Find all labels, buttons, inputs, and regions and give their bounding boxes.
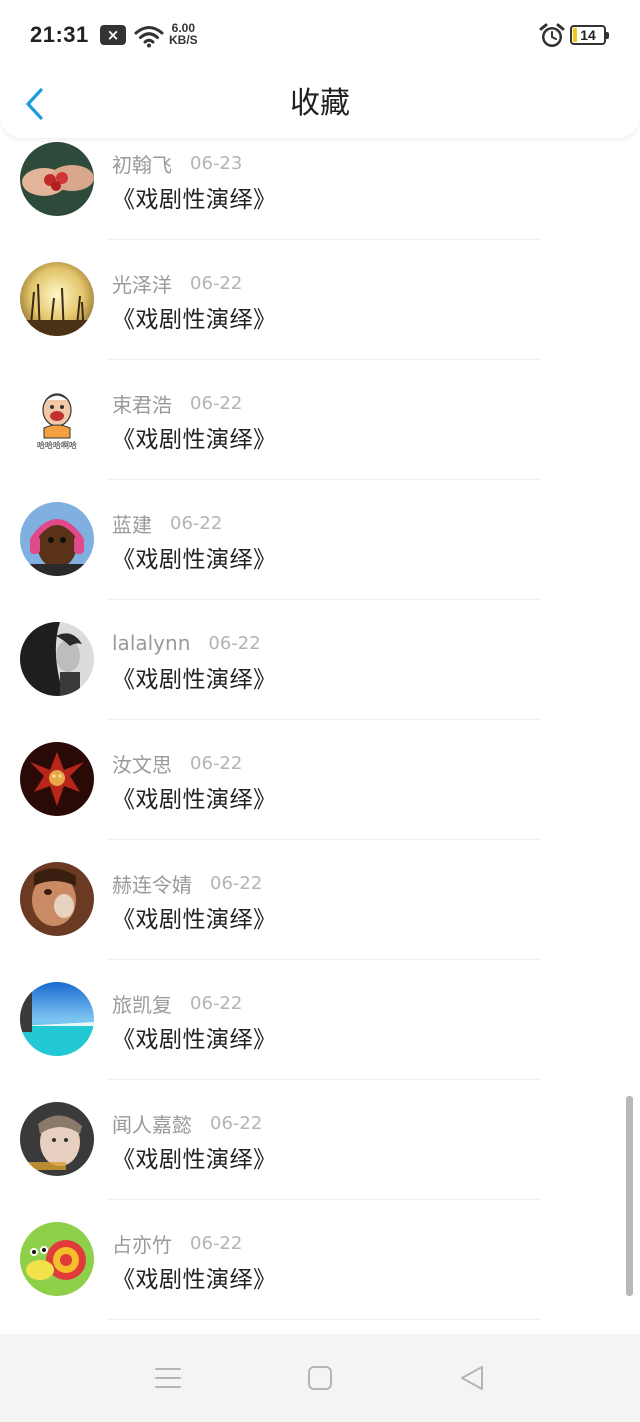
work-title[interactable]: 《戏剧性演绎》 xyxy=(112,900,277,934)
author-name: 蓝建 xyxy=(112,512,152,537)
favorite-item[interactable]: 蓝建 06-22 《戏剧性演绎》 xyxy=(0,480,640,600)
status-bar: 21:31 × 6.00 KB/S 14 xyxy=(0,0,640,70)
close-notification-icon: × xyxy=(100,25,126,45)
author-name: lalalynn xyxy=(112,631,191,655)
favorites-list[interactable]: 初翰飞 06-23 《戏剧性演绎》 光泽洋 06-22 《戏剧性演绎》 哈哈哈啊… xyxy=(0,120,640,1332)
system-nav-bar xyxy=(0,1334,640,1422)
nav-bar: 收藏 xyxy=(0,70,640,138)
avatar[interactable] xyxy=(20,982,94,1056)
divider xyxy=(108,1319,540,1320)
favorite-date: 06-22 xyxy=(190,752,243,774)
author-name: 初翰飞 xyxy=(112,152,172,177)
item-meta: lalalynn 06-22 xyxy=(112,628,261,658)
favorite-date: 06-22 xyxy=(210,1112,263,1134)
favorite-item[interactable]: 旅凯复 06-22 《戏剧性演绎》 xyxy=(0,960,640,1080)
back-triangle-icon xyxy=(461,1366,483,1390)
avatar-laughing-meme-image: 哈哈哈啊哈 xyxy=(20,382,94,456)
favorite-item[interactable]: 赫连令婧 06-22 《戏剧性演绎》 xyxy=(0,840,640,960)
battery-level: 14 xyxy=(580,27,596,43)
system-back-button[interactable] xyxy=(454,1362,490,1394)
item-meta: 旅凯复 06-22 xyxy=(112,988,242,1018)
favorite-item[interactable]: 初翰飞 06-23 《戏剧性演绎》 xyxy=(0,120,640,240)
status-time: 21:31 xyxy=(30,22,89,47)
favorite-item[interactable]: lalalynn 06-22 《戏剧性演绎》 xyxy=(0,600,640,720)
favorite-date: 06-22 xyxy=(190,992,243,1014)
scrollbar[interactable] xyxy=(626,1096,633,1296)
item-meta: 光泽洋 06-22 xyxy=(112,268,242,298)
avatar[interactable] xyxy=(20,1102,94,1176)
avatar[interactable] xyxy=(20,742,94,816)
favorite-item[interactable]: 光泽洋 06-22 《戏剧性演绎》 xyxy=(0,240,640,360)
menu-lines-icon xyxy=(155,1368,181,1388)
author-name: 束君浩 xyxy=(112,392,172,417)
work-title[interactable]: 《戏剧性演绎》 xyxy=(112,540,277,574)
avatar-headphones-character-image xyxy=(20,502,94,576)
avatar-snail-cartoon-image xyxy=(20,1222,94,1296)
avatar-sunset-grass-image xyxy=(20,262,94,336)
favorite-date: 06-22 xyxy=(210,872,263,894)
battery-icon: 14 xyxy=(570,25,609,45)
work-title[interactable]: 《戏剧性演绎》 xyxy=(112,180,277,214)
avatar[interactable] xyxy=(20,1222,94,1296)
favorites-screen: 初翰飞 06-23 《戏剧性演绎》 光泽洋 06-22 《戏剧性演绎》 哈哈哈啊… xyxy=(0,0,640,1422)
author-name: 光泽洋 xyxy=(112,272,172,297)
avatar[interactable] xyxy=(20,262,94,336)
avatar-face-closeup-image xyxy=(20,862,94,936)
work-title[interactable]: 《戏剧性演绎》 xyxy=(112,300,277,334)
item-meta: 汝文思 06-22 xyxy=(112,748,242,778)
favorite-date: 06-22 xyxy=(170,512,223,534)
item-meta: 占亦竹 06-22 xyxy=(112,1228,242,1258)
favorite-date: 06-22 xyxy=(208,632,261,654)
speed-unit: KB/S xyxy=(169,33,198,47)
item-meta: 蓝建 06-22 xyxy=(112,508,222,538)
network-speed: 6.00 KB/S xyxy=(169,22,198,46)
favorite-date: 06-23 xyxy=(190,152,243,174)
wifi-icon xyxy=(134,26,164,48)
work-title[interactable]: 《戏剧性演绎》 xyxy=(112,780,277,814)
avatar-red-warrior-image xyxy=(20,742,94,816)
menu-button[interactable] xyxy=(150,1362,186,1394)
author-name: 赫连令婧 xyxy=(112,872,192,897)
avatar[interactable] xyxy=(20,502,94,576)
header: 21:31 × 6.00 KB/S 14 收藏 xyxy=(0,0,640,138)
favorite-item[interactable]: 汝文思 06-22 《戏剧性演绎》 xyxy=(0,720,640,840)
avatar-boy-portrait-image xyxy=(20,1102,94,1176)
work-title[interactable]: 《戏剧性演绎》 xyxy=(112,1260,277,1294)
avatar[interactable] xyxy=(20,862,94,936)
author-name: 闻人嘉懿 xyxy=(112,1112,192,1137)
favorite-item[interactable]: 占亦竹 06-22 《戏剧性演绎》 xyxy=(0,1200,640,1320)
author-name: 旅凯复 xyxy=(112,992,172,1017)
favorite-item[interactable]: 哈哈哈啊哈 束君浩 06-22 《戏剧性演绎》 xyxy=(0,360,640,480)
home-button[interactable] xyxy=(302,1362,338,1394)
work-title[interactable]: 《戏剧性演绎》 xyxy=(112,420,277,454)
page-title: 收藏 xyxy=(290,86,350,121)
item-meta: 赫连令婧 06-22 xyxy=(112,868,262,898)
work-title[interactable]: 《戏剧性演绎》 xyxy=(112,1020,277,1054)
battery-fill xyxy=(573,28,577,42)
author-name: 占亦竹 xyxy=(112,1232,172,1257)
avatar[interactable]: 哈哈哈啊哈 xyxy=(20,382,94,456)
favorite-item[interactable]: 闻人嘉懿 06-22 《戏剧性演绎》 xyxy=(0,1080,640,1200)
home-square-icon xyxy=(308,1366,332,1390)
favorite-date: 06-22 xyxy=(190,392,243,414)
favorite-date: 06-22 xyxy=(190,272,243,294)
meme-caption: 哈哈哈啊哈 xyxy=(37,440,77,450)
work-title[interactable]: 《戏剧性演绎》 xyxy=(112,1140,277,1174)
avatar[interactable] xyxy=(20,142,94,216)
avatar-hands-strawberries-image xyxy=(20,142,94,216)
avatar-bw-portrait-image xyxy=(20,622,94,696)
avatar[interactable] xyxy=(20,622,94,696)
item-meta: 初翰飞 06-23 xyxy=(112,148,242,178)
avatar-infinity-pool-image xyxy=(20,982,94,1056)
item-meta: 束君浩 06-22 xyxy=(112,388,242,418)
item-meta: 闻人嘉懿 06-22 xyxy=(112,1108,262,1138)
author-name: 汝文思 xyxy=(112,752,172,777)
favorite-date: 06-22 xyxy=(190,1232,243,1254)
alarm-clock-icon xyxy=(539,23,565,47)
work-title[interactable]: 《戏剧性演绎》 xyxy=(112,660,277,694)
